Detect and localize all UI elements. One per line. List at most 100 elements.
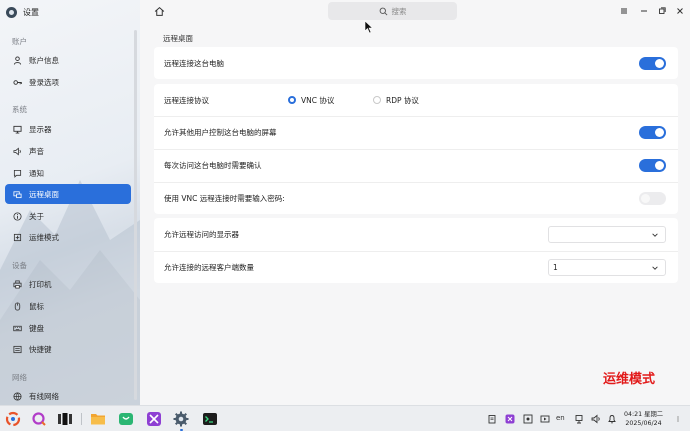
rdp-protocol-label: RDP 协议 bbox=[386, 95, 419, 105]
sidebar-item-sound[interactable]: 声音 bbox=[5, 141, 131, 161]
sidebar-item-account-info[interactable]: 账户信息 bbox=[5, 50, 131, 70]
app-store-icon[interactable] bbox=[118, 411, 134, 427]
sidebar-item-printer[interactable]: 打印机 bbox=[5, 274, 131, 294]
monitor-icon bbox=[13, 125, 22, 134]
search-placeholder: 搜索 bbox=[391, 6, 407, 16]
printer-icon bbox=[13, 279, 22, 289]
client-count-select[interactable]: 1 bbox=[548, 259, 666, 276]
home-icon[interactable] bbox=[154, 6, 165, 17]
remote-connect-toggle[interactable] bbox=[639, 56, 666, 70]
notification-icon bbox=[13, 169, 22, 178]
search-box[interactable]: 搜索 bbox=[328, 2, 457, 20]
sidebar-item-label: 显示器 bbox=[29, 124, 52, 134]
display-settings-card: 允许远程访问的显示器 允许连接的远程客户端数量 1 bbox=[154, 218, 678, 283]
minimize-icon[interactable] bbox=[639, 6, 649, 16]
info-icon bbox=[13, 211, 22, 221]
sidebar: 设置 账户 账户信息 登录选项 系统 显示器 声音 通知 远程桌面 关于 运维模… bbox=[0, 0, 140, 405]
maximize-icon[interactable] bbox=[657, 6, 667, 16]
notification-bell-icon[interactable] bbox=[607, 414, 617, 424]
screen-record-icon[interactable] bbox=[540, 414, 550, 424]
vnc-password-label: 使用 VNC 远程连接时需要输入密码: bbox=[164, 194, 285, 203]
clipboard-icon[interactable] bbox=[487, 414, 497, 424]
allowed-display-label: 允许远程访问的显示器 bbox=[164, 229, 239, 239]
client-count-label: 允许连接的远程客户端数量 bbox=[164, 263, 254, 272]
sidebar-item-label: 远程桌面 bbox=[29, 189, 59, 199]
close-icon[interactable] bbox=[675, 6, 685, 16]
chevron-down-icon bbox=[652, 232, 658, 237]
client-count-row: 允许连接的远程客户端数量 1 bbox=[154, 251, 678, 283]
keyboard-icon bbox=[13, 325, 22, 331]
file-manager-icon[interactable] bbox=[90, 411, 106, 427]
sidebar-item-remote-desktop[interactable]: 远程桌面 bbox=[5, 184, 131, 204]
settings-app-icon bbox=[6, 6, 17, 18]
sidebar-scrollbar[interactable] bbox=[134, 30, 137, 400]
speaker-icon bbox=[13, 146, 21, 156]
vnc-protocol-radio[interactable]: VNC 协议 bbox=[288, 95, 334, 106]
wired-network-tray-icon[interactable] bbox=[574, 414, 584, 424]
sidebar-item-label: 键盘 bbox=[29, 323, 44, 333]
allowed-display-row: 允许远程访问的显示器 bbox=[154, 218, 678, 250]
remote-desktop-icon bbox=[13, 190, 22, 198]
settings-gear-icon[interactable] bbox=[173, 411, 189, 427]
sidebar-item-label: 账户信息 bbox=[29, 55, 59, 65]
allow-control-row: 允许其他用户控制这台电脑的屏幕 bbox=[154, 116, 678, 148]
vnc-password-row: 使用 VNC 远程连接时需要输入密码: bbox=[154, 182, 678, 214]
wired-network-icon bbox=[13, 391, 22, 401]
allowed-display-select[interactable] bbox=[548, 225, 666, 243]
search-app-icon[interactable] bbox=[31, 411, 47, 427]
maintenance-icon bbox=[13, 233, 22, 241]
allow-control-label: 允许其他用户控制这台电脑的屏幕 bbox=[164, 128, 277, 137]
confirm-each-toggle[interactable] bbox=[639, 159, 666, 172]
sidebar-item-notifications[interactable]: 通知 bbox=[5, 163, 131, 183]
sidebar-item-mouse[interactable]: 鼠标 bbox=[5, 296, 131, 316]
show-desktop-icon[interactable] bbox=[675, 414, 685, 424]
terminal-icon[interactable] bbox=[202, 411, 218, 427]
sidebar-item-wired-network[interactable]: 有线网络 bbox=[5, 386, 131, 405]
input-method-indicator[interactable]: en bbox=[556, 414, 565, 422]
sidebar-item-label: 关于 bbox=[29, 211, 44, 221]
remote-tray-icon[interactable] bbox=[505, 414, 515, 424]
sidebar-item-label: 通知 bbox=[29, 168, 44, 178]
mouse-cursor-icon bbox=[364, 20, 374, 34]
maintenance-mode-watermark: 运维模式 bbox=[603, 372, 656, 387]
taskbar-separator bbox=[81, 413, 82, 425]
sidebar-item-label: 登录选项 bbox=[29, 77, 59, 87]
chevron-down-icon bbox=[652, 266, 658, 270]
title-bar: 搜索 bbox=[140, 0, 690, 24]
section-label-network: 网络 bbox=[12, 373, 27, 382]
remote-app-icon[interactable] bbox=[146, 411, 162, 427]
section-label-devices: 设备 bbox=[12, 261, 27, 270]
sidebar-item-label: 有线网络 bbox=[29, 391, 59, 401]
protocol-label: 远程连接协议 bbox=[164, 95, 209, 105]
menu-icon[interactable] bbox=[619, 6, 629, 16]
sidebar-item-shortcuts[interactable]: 快捷键 bbox=[5, 339, 131, 359]
volume-icon[interactable] bbox=[591, 414, 601, 424]
remote-connect-label: 远程连接这台电脑 bbox=[164, 58, 224, 68]
confirm-each-row: 每次访问这台电脑时需要确认 bbox=[154, 149, 678, 181]
page-title: 远程桌面 bbox=[163, 34, 193, 43]
clock[interactable]: 04:21 星期二 2025/06/24 bbox=[624, 410, 663, 428]
remote-connect-row: 远程连接这台电脑 bbox=[154, 47, 678, 79]
taskbar: en 04:21 星期二 2025/06/24 bbox=[0, 405, 690, 431]
sidebar-item-label: 声音 bbox=[29, 146, 44, 156]
main-panel: 搜索 远程桌面 远程连接这台电脑 远程连接协议 VNC 协议 RDP 协议 允许… bbox=[140, 0, 690, 405]
sidebar-item-keyboard[interactable]: 键盘 bbox=[5, 318, 131, 338]
sidebar-item-maintenance-mode[interactable]: 运维模式 bbox=[5, 227, 131, 247]
screenshot-icon[interactable] bbox=[523, 414, 533, 424]
sidebar-item-label: 鼠标 bbox=[29, 301, 44, 311]
sidebar-item-display[interactable]: 显示器 bbox=[5, 119, 131, 139]
section-label-system: 系统 bbox=[12, 105, 27, 114]
sidebar-item-label: 打印机 bbox=[29, 279, 52, 289]
sidebar-item-about[interactable]: 关于 bbox=[5, 206, 131, 226]
sidebar-item-login-options[interactable]: 登录选项 bbox=[5, 72, 131, 92]
multitask-view-icon[interactable] bbox=[57, 411, 73, 427]
mouse-icon bbox=[14, 301, 21, 311]
vnc-password-toggle[interactable] bbox=[639, 192, 666, 205]
sidebar-item-label: 运维模式 bbox=[29, 232, 59, 242]
app-header: 设置 bbox=[6, 5, 39, 19]
user-icon bbox=[13, 55, 22, 65]
rdp-protocol-radio[interactable]: RDP 协议 bbox=[373, 95, 419, 106]
shortcut-icon bbox=[13, 345, 22, 353]
allow-control-toggle[interactable] bbox=[639, 126, 666, 139]
launcher-icon[interactable] bbox=[5, 411, 21, 427]
